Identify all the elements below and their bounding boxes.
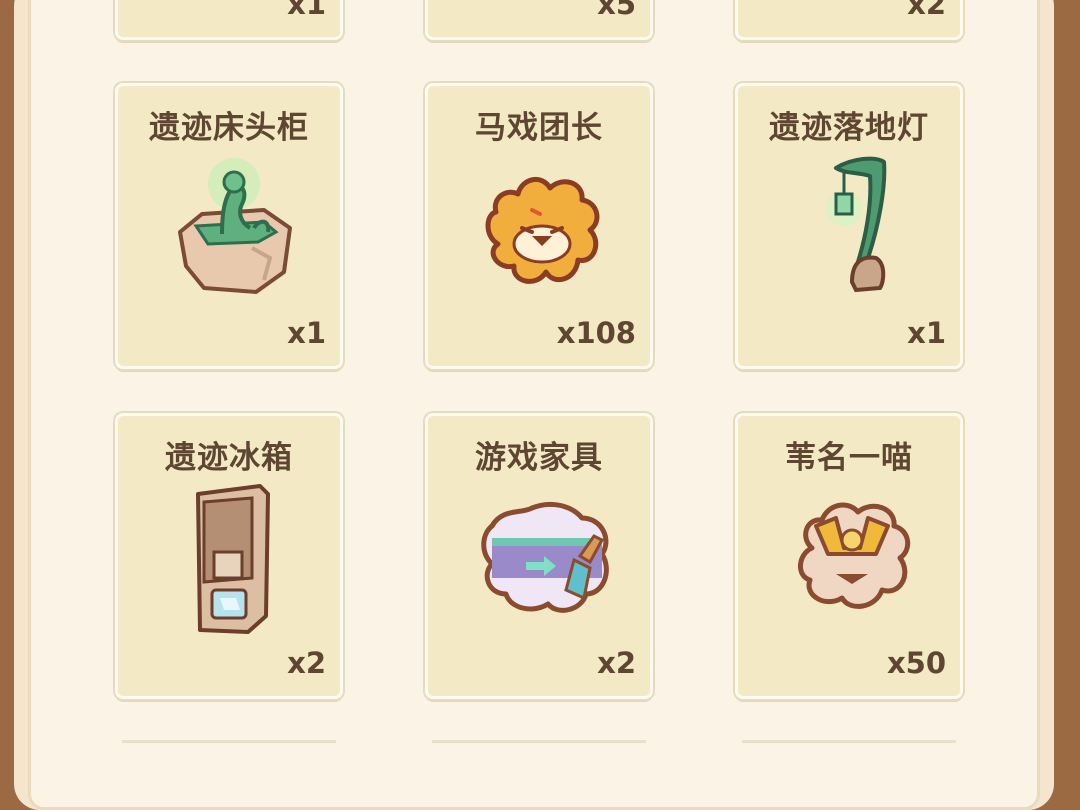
item-quantity: x1	[907, 316, 946, 350]
item-quantity: x50	[886, 646, 946, 680]
item-name: 遗迹床头柜	[149, 110, 309, 146]
item-card-ruin-fridge[interactable]: 遗迹冰箱 x2	[115, 413, 343, 699]
next-row-card-edge	[742, 740, 956, 743]
item-quantity: x1	[287, 0, 326, 21]
item-card-game-furniture[interactable]: 游戏家具 x2	[425, 413, 653, 699]
item-quantity: x1	[287, 316, 326, 350]
item-name: 苇名一喵	[785, 440, 913, 476]
item-card-ruin-nightstand[interactable]: 遗迹床头柜 x1	[115, 83, 343, 369]
item-quantity: x108	[556, 316, 636, 350]
item-card-ashina-cat[interactable]: 苇名一喵 x50	[735, 413, 963, 699]
item-name: 遗迹冰箱	[165, 440, 293, 476]
item-quantity: x2	[597, 646, 636, 680]
ruin-floor-lamp-icon	[826, 156, 887, 293]
item-name: 游戏家具	[475, 440, 603, 476]
furniture-paint-puzzle-icon	[481, 501, 609, 613]
item-quantity: x5	[597, 0, 636, 21]
next-row-card-edge	[122, 740, 336, 743]
item-card-ruin-floor-lamp[interactable]: 遗迹落地灯 x1	[735, 83, 963, 369]
next-row-card-edge	[432, 740, 646, 743]
item-quantity: x2	[907, 0, 946, 21]
ruin-nightstand-icon	[178, 158, 292, 294]
item-card[interactable]: x5	[425, 0, 653, 40]
ruin-fridge-icon	[196, 484, 270, 634]
item-quantity: x2	[287, 646, 326, 680]
item-card-circus-leader[interactable]: 马戏团长 x108	[425, 83, 653, 369]
samurai-cat-puzzle-icon	[798, 502, 911, 609]
item-card[interactable]: x2	[735, 0, 963, 40]
item-name: 马戏团长	[475, 110, 603, 146]
item-card[interactable]: x1	[115, 0, 343, 40]
item-name: 遗迹落地灯	[769, 110, 929, 146]
lion-puzzle-piece-icon	[485, 177, 600, 284]
